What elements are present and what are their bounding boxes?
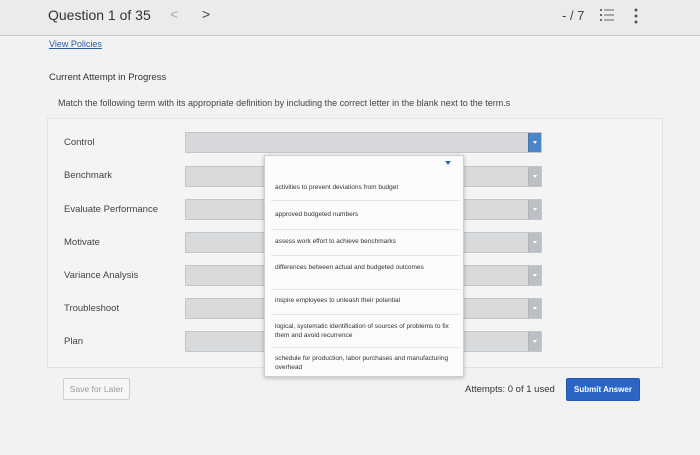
more-options-icon[interactable] [634, 8, 638, 24]
dropdown-option[interactable]: assess work effort to achieve benchmarks [265, 237, 463, 246]
question-counter: Question 1 of 35 [48, 7, 151, 23]
dropdown-arrow-icon [528, 200, 541, 219]
divider [271, 347, 459, 348]
submit-answer-button[interactable]: Submit Answer [566, 378, 640, 401]
divider [271, 314, 459, 315]
term-label: Benchmark [64, 170, 113, 181]
dropdown-option[interactable]: differences between actual and budgeted … [265, 263, 463, 272]
term-label: Troubleshoot [64, 303, 120, 314]
top-bar: Question 1 of 35 < > - / 7 [0, 0, 700, 36]
dropdown-arrow-icon [528, 233, 541, 252]
definition-dropdown-menu: activities to prevent deviations from bu… [264, 155, 464, 377]
dropdown-arrow-icon [528, 167, 541, 186]
chevron-down-icon [445, 161, 451, 165]
definition-select-control[interactable] [185, 132, 542, 153]
next-question-button[interactable]: > [202, 6, 210, 22]
view-policies-link[interactable]: View Policies [49, 39, 102, 49]
dropdown-option[interactable]: logical, systematic identification of so… [265, 322, 463, 340]
term-label: Control [64, 137, 95, 148]
divider [271, 289, 459, 290]
dropdown-option[interactable]: schedule for production, labor purchases… [265, 354, 463, 372]
divider [271, 200, 459, 201]
dropdown-arrow-icon [528, 299, 541, 318]
term-label: Plan [64, 336, 84, 347]
attempts-counter: Attempts: 0 of 1 used [465, 384, 555, 395]
attempt-status-heading: Current Attempt in Progress [49, 72, 167, 83]
dropdown-arrow-icon [528, 266, 541, 285]
dropdown-option[interactable]: activities to prevent deviations from bu… [265, 183, 463, 192]
term-label: Motivate [64, 237, 100, 248]
term-label: Variance Analysis [64, 270, 139, 281]
term-label: Evaluate Performance [64, 204, 158, 215]
dropdown-arrow-icon [528, 133, 541, 152]
dropdown-option[interactable]: inspire employees to unleash their poten… [265, 296, 463, 305]
score-display: - / 7 [562, 8, 585, 23]
dropdown-arrow-icon [528, 332, 541, 351]
question-instructions: Match the following term with its approp… [58, 98, 511, 108]
divider [271, 255, 459, 256]
divider [271, 229, 459, 230]
previous-question-button[interactable]: < [170, 6, 178, 22]
dropdown-option[interactable]: approved budgeted numbers [265, 210, 463, 219]
save-for-later-button[interactable]: Save for Later [63, 378, 130, 400]
question-list-icon[interactable] [600, 9, 614, 21]
